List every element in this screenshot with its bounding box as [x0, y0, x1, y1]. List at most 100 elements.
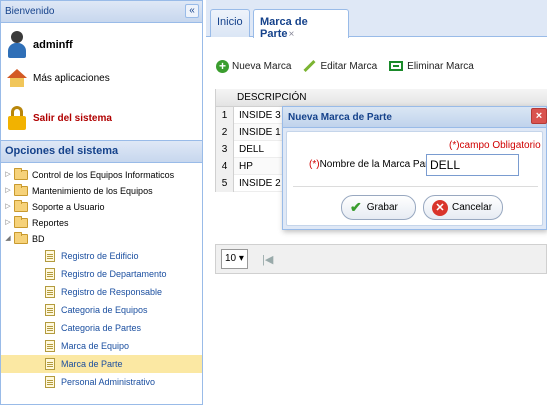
collapse-arrow-icon[interactable]: ◢ [4, 231, 12, 247]
tree-label: Marca de Parte [61, 359, 123, 369]
folder-icon [14, 200, 28, 212]
expand-arrow-icon[interactable]: ▷ [4, 183, 12, 199]
document-icon [45, 268, 55, 280]
row-number: 5 [216, 175, 234, 192]
new-brand-button[interactable]: + Nueva Marca [216, 59, 292, 73]
tree-label: Soporte a Usuario [32, 202, 105, 212]
tree-item-categoria-partes[interactable]: Categoria de Partes [1, 319, 202, 337]
welcome-header: Bienvenido « [1, 1, 202, 23]
tab-bar: Inicio Marca de Parte× [206, 0, 547, 40]
folder-open-icon [14, 232, 28, 244]
save-label: Grabar [366, 202, 398, 213]
grid-header: DESCRIPCIÓN [216, 89, 547, 107]
dialog-header[interactable]: Nueva Marca de Parte × [283, 107, 547, 128]
user-name: adminff [33, 39, 73, 51]
user-row: adminff [7, 31, 73, 59]
grid-toolbar: + Nueva Marca Editar Marca Eliminar Marc… [216, 56, 486, 76]
document-icon [45, 358, 55, 370]
folder-icon [14, 216, 28, 228]
logout-link[interactable]: Salir del sistema [7, 106, 112, 130]
brand-name-input[interactable] [426, 154, 519, 176]
pencil-icon [303, 60, 316, 73]
tree-item-registro-edificio[interactable]: Registro de Edificio [1, 247, 202, 265]
logout-label: Salir del sistema [33, 112, 112, 124]
row-number: 1 [216, 107, 234, 124]
check-icon: ✔ [350, 199, 362, 215]
expand-arrow-icon[interactable]: ▷ [4, 199, 12, 215]
tree-label: Categoria de Partes [61, 323, 142, 333]
lock-icon [7, 106, 27, 130]
left-panel: Bienvenido « adminff Más aplicaciones Sa… [0, 0, 203, 405]
cancel-icon: ✕ [432, 199, 448, 216]
tree-item-personal-administrativo[interactable]: Personal Administrativo [1, 373, 202, 391]
row-description: HP [239, 161, 253, 172]
more-apps-link[interactable]: Más aplicaciones [7, 69, 110, 87]
collapse-panel-button[interactable]: « [185, 4, 199, 18]
tree-item-marca-parte[interactable]: Marca de Parte [1, 355, 202, 373]
dialog-close-icon[interactable]: × [531, 108, 547, 124]
page-size-select[interactable]: 10 ▾ [221, 249, 248, 269]
tree-folder-soporte[interactable]: ▷ Soporte a Usuario [1, 199, 202, 215]
row-description: INSIDE 3 [239, 110, 281, 121]
brand-name-label-text: Nombre de la Marca Parte: [319, 159, 440, 170]
dialog-separator [293, 186, 538, 187]
save-button[interactable]: ✔ Grabar [341, 195, 416, 220]
dialog-title: Nueva Marca de Parte [288, 112, 392, 123]
dialog-body: (*)campo Obligatorio (*)Nombre de la Mar… [286, 131, 543, 226]
document-icon [45, 304, 55, 316]
cancel-label: Cancelar [452, 202, 493, 213]
brand-name-label: (*)Nombre de la Marca Parte: [309, 159, 440, 170]
delete-icon [389, 61, 404, 71]
tree-label: Registro de Edificio [61, 251, 139, 261]
tab-label: Marca de Parte [260, 16, 308, 40]
folder-icon [14, 168, 28, 180]
row-description: INSIDE 1 [239, 127, 281, 138]
row-number: 4 [216, 158, 234, 175]
tree-label: Mantenimiento de los Equipos [32, 186, 153, 196]
more-apps-label: Más aplicaciones [33, 72, 110, 84]
document-icon [45, 250, 55, 262]
row-description: INSIDE 2 [239, 178, 281, 189]
tree-item-marca-equipo[interactable]: Marca de Equipo [1, 337, 202, 355]
options-title: Opciones del sistema [5, 145, 119, 157]
tree-folder-mantenimiento[interactable]: ▷ Mantenimiento de los Equipos [1, 183, 202, 199]
tree-folder-bd[interactable]: ◢ BD [1, 231, 202, 247]
row-number: 2 [216, 124, 234, 141]
column-header-descripcion[interactable]: DESCRIPCIÓN [237, 92, 306, 103]
tree-label: Registro de Responsable [61, 287, 163, 297]
tree-label: BD [32, 234, 45, 244]
folder-icon [14, 184, 28, 196]
tree-label: Categoria de Equipos [61, 305, 148, 315]
expand-arrow-icon[interactable]: ▷ [4, 215, 12, 231]
delete-brand-label: Eliminar Marca [407, 60, 474, 72]
tab-inicio[interactable]: Inicio [210, 9, 250, 37]
tree-folder-control[interactable]: ▷ Control de los Equipos Informaticos [1, 167, 202, 183]
tab-label: Inicio [217, 16, 243, 28]
tree-item-categoria-equipos[interactable]: Categoria de Equipos [1, 301, 202, 319]
document-icon [45, 340, 55, 352]
tree-item-registro-departamento[interactable]: Registro de Departamento [1, 265, 202, 283]
delete-brand-button[interactable]: Eliminar Marca [389, 61, 474, 72]
tree-label: Registro de Departamento [61, 269, 167, 279]
tree-folder-reportes[interactable]: ▷ Reportes [1, 215, 202, 231]
cancel-button[interactable]: ✕ Cancelar [423, 195, 503, 220]
edit-brand-label: Editar Marca [320, 60, 378, 72]
new-brand-dialog: Nueva Marca de Parte × (*)campo Obligato… [282, 106, 547, 230]
edit-brand-button[interactable]: Editar Marca [303, 60, 377, 73]
document-icon [45, 376, 55, 388]
tree-label: Control de los Equipos Informaticos [32, 170, 175, 180]
tree-label: Personal Administrativo [61, 377, 156, 387]
new-brand-label: Nueva Marca [232, 60, 292, 72]
expand-arrow-icon[interactable]: ▷ [4, 167, 12, 183]
row-description: DELL [239, 144, 265, 155]
home-icon [7, 69, 27, 87]
document-icon [45, 322, 55, 334]
welcome-title: Bienvenido [5, 6, 55, 17]
tree-item-registro-responsable[interactable]: Registro de Responsable [1, 283, 202, 301]
user-box: adminff Más aplicaciones Salir del siste… [1, 23, 202, 141]
grid-pager: 10 ▾ |◀ [215, 244, 547, 274]
tree-label: Marca de Equipo [61, 341, 130, 351]
tab-marca-de-parte[interactable]: Marca de Parte× [253, 9, 349, 40]
first-page-icon[interactable]: |◀ [262, 253, 273, 266]
required-note: (*)campo Obligatorio [449, 140, 541, 151]
